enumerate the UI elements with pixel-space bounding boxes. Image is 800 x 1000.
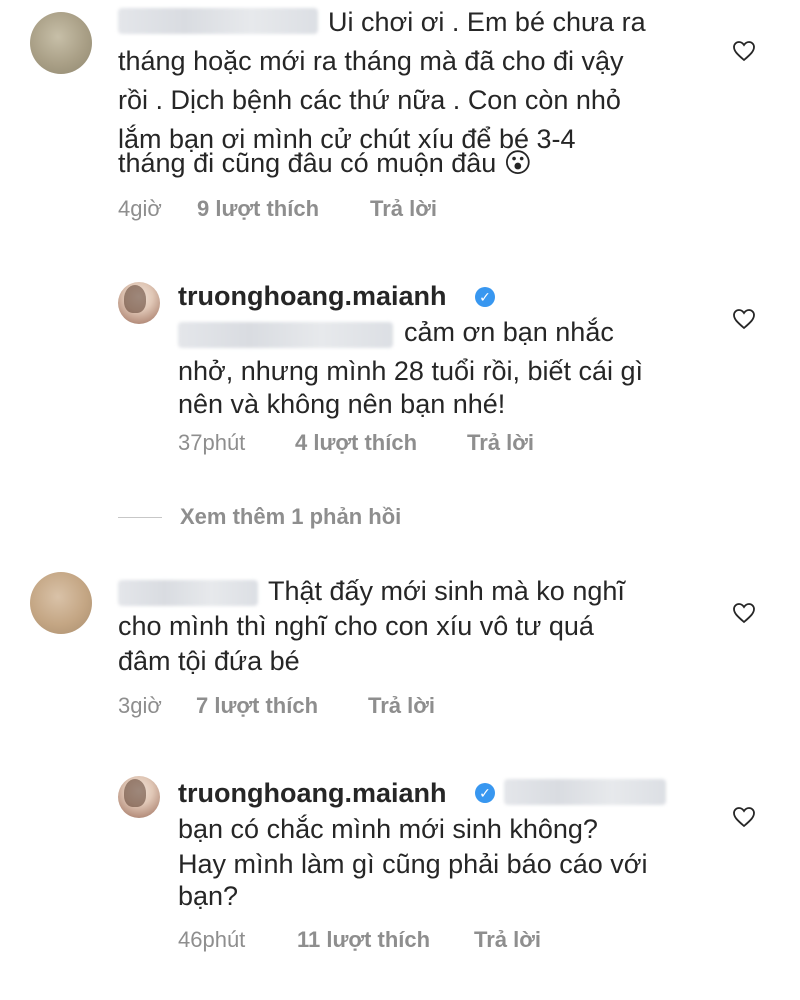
commenter-avatar[interactable] [30, 12, 92, 74]
username-link[interactable]: truonghoang.maianh [178, 777, 446, 809]
comment-text: nên và không nên bạn nhé! [178, 389, 506, 419]
comment-time: 3giờ [118, 693, 162, 718]
comment-time: 46phút [178, 927, 246, 952]
comment-text: Thật đấy mới sinh mà ko nghĩ [268, 576, 625, 606]
comment-text: tháng đi cũng đâu có muộn đâu 😮 [118, 148, 532, 178]
comment-text: nhở, nhưng mình 28 tuổi rồi, biết cái gì [178, 356, 644, 386]
comment-text: bạn? [178, 881, 239, 911]
user-avatar[interactable] [118, 282, 160, 324]
heart-icon[interactable] [732, 40, 756, 62]
verified-badge-icon: ✓ [475, 783, 495, 803]
username-link[interactable]: truonghoang.maianh [178, 280, 446, 312]
verified-badge-icon: ✓ [475, 287, 495, 307]
comment-text: cảm ơn bạn nhắc [404, 317, 614, 347]
comment-text: đâm tội đứa bé [118, 646, 300, 676]
reply-button[interactable]: Trả lời [368, 693, 435, 719]
commenter-avatar[interactable] [30, 572, 92, 634]
redacted-mention [178, 322, 393, 348]
comment-text: bạn có chắc mình mới sinh không? [178, 814, 598, 844]
view-more-divider [118, 517, 162, 518]
like-count-button[interactable]: 11 lượt thích [297, 927, 430, 953]
view-more-replies-button[interactable]: Xem thêm 1 phản hồi [180, 504, 401, 530]
redacted-username [118, 580, 258, 606]
heart-icon[interactable] [732, 602, 756, 624]
user-avatar[interactable] [118, 776, 160, 818]
heart-icon[interactable] [732, 308, 756, 330]
reply-button[interactable]: Trả lời [370, 196, 437, 222]
redacted-username [118, 8, 318, 34]
reply-button[interactable]: Trả lời [474, 927, 541, 953]
redacted-mention [504, 779, 666, 805]
like-count-button[interactable]: 9 lượt thích [197, 196, 319, 222]
heart-icon[interactable] [732, 806, 756, 828]
comment-text: Hay mình làm gì cũng phải báo cáo với [178, 849, 648, 879]
comment-time: 37phút [178, 430, 246, 455]
reply-button[interactable]: Trả lời [467, 430, 534, 456]
comment-text: rồi . Dịch bệnh các thứ nữa . Con còn nh… [118, 85, 621, 115]
like-count-button[interactable]: 7 lượt thích [196, 693, 318, 719]
comment-text: cho mình thì nghĩ cho con xíu vô tư quá [118, 611, 594, 641]
comment-text: tháng hoặc mới ra tháng mà đã cho đi vậy [118, 46, 624, 76]
like-count-button[interactable]: 4 lượt thích [295, 430, 417, 456]
comment-time: 4giờ [118, 196, 162, 221]
comment-text: Ui chơi ơi . Em bé chưa ra [328, 7, 646, 37]
